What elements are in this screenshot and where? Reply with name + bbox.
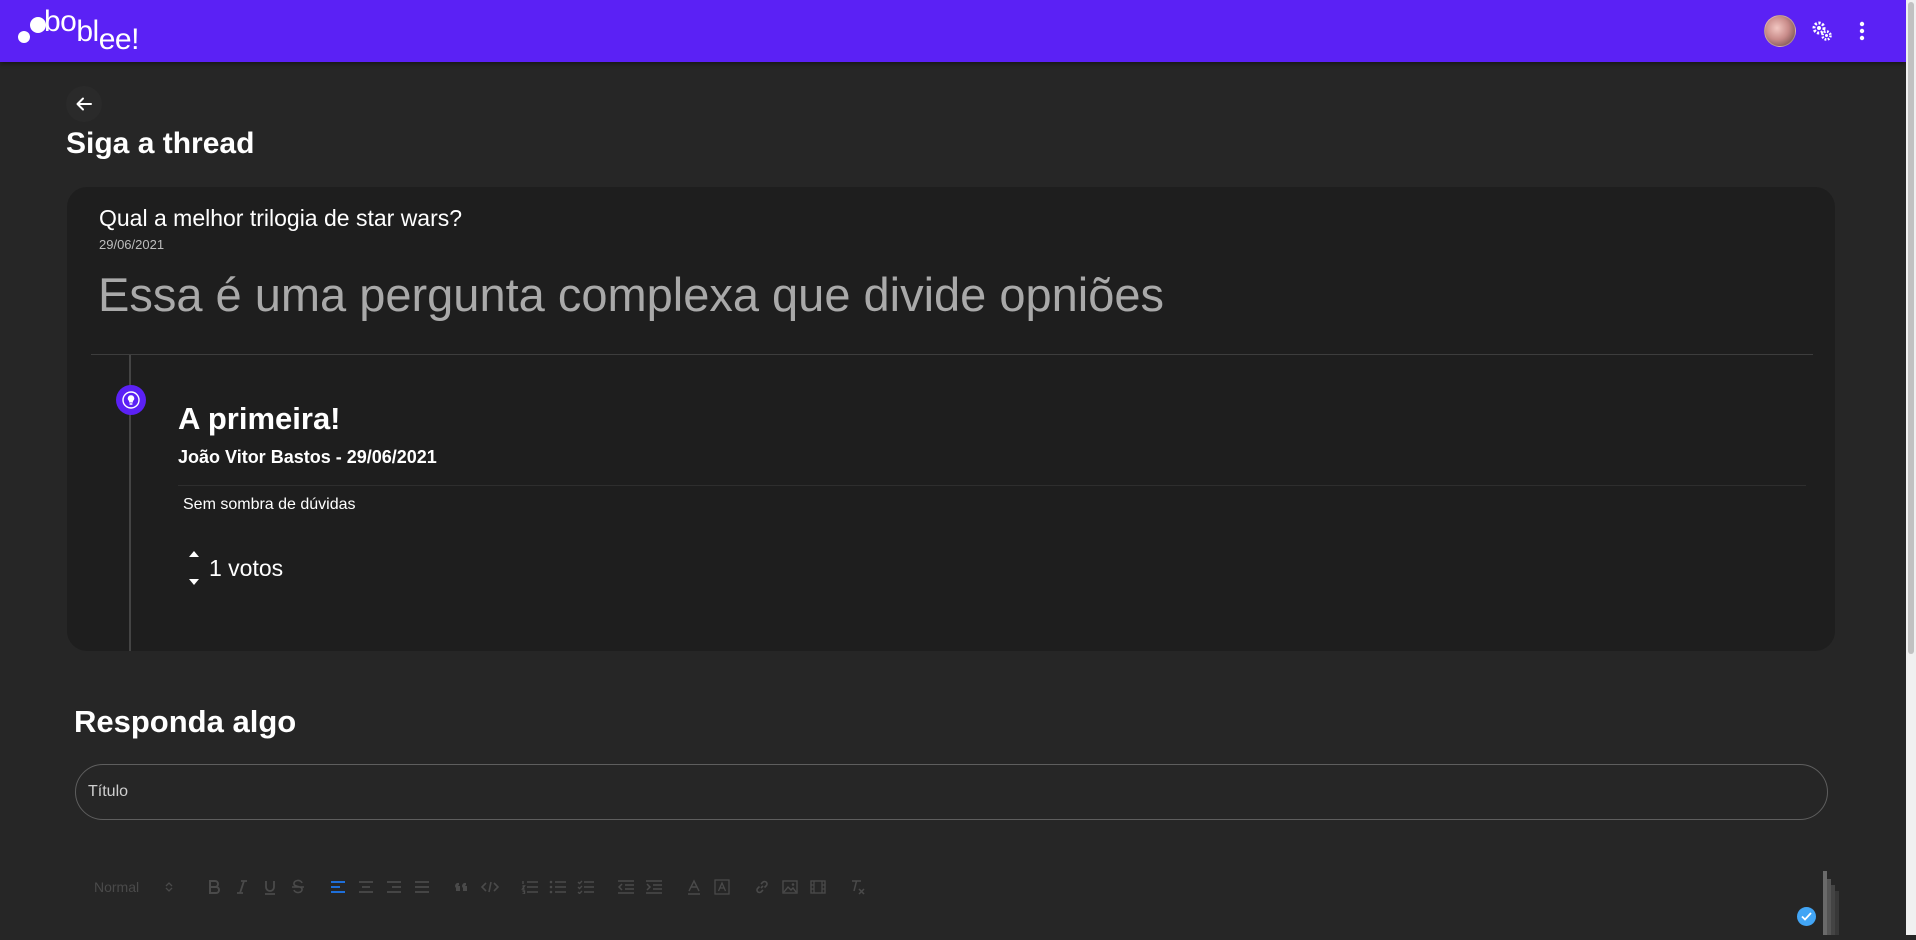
answer-title: A primeira! [178, 401, 341, 436]
reply-title-input[interactable] [75, 764, 1828, 820]
toolbar-group-indent [616, 877, 664, 897]
page-scrollbar-thumb[interactable] [1908, 2, 1914, 654]
font-color-button[interactable] [684, 877, 704, 897]
editor-resize-handle[interactable] [1823, 871, 1849, 935]
italic-button[interactable] [232, 877, 252, 897]
underline-icon [265, 881, 275, 895]
toolbar-group-align [328, 877, 432, 897]
toolbar-group-color [684, 877, 732, 897]
caret-down-icon [189, 579, 199, 585]
caret-up-icon [189, 551, 199, 557]
indent-button[interactable] [644, 877, 664, 897]
vote-arrows [187, 549, 201, 587]
logo-text: bo bl ee! [44, 5, 139, 56]
answer-meta: João Vitor Bastos - 29/06/2021 [178, 447, 437, 467]
question-title: Qual a melhor trilogia de star wars? [99, 205, 463, 231]
quote-icon [455, 882, 467, 891]
check-circle-icon [1797, 907, 1816, 926]
background-color-button[interactable] [712, 877, 732, 897]
background-color-icon [714, 879, 730, 895]
outdent-button[interactable] [616, 877, 636, 897]
toolbar-group-text [204, 877, 308, 897]
clean-format-button[interactable] [848, 877, 868, 897]
align-right-button[interactable] [384, 877, 404, 897]
clear-format-icon [852, 880, 865, 895]
upvote-button[interactable] [187, 549, 201, 559]
lightbulb-icon [116, 385, 146, 415]
align-center-button[interactable] [356, 877, 376, 897]
bullet-list-button[interactable] [548, 877, 568, 897]
page-title: Siga a thread [66, 127, 255, 160]
image-icon [782, 880, 798, 894]
user-avatar[interactable] [1764, 15, 1796, 47]
code-icon [481, 881, 499, 893]
bobleee-logo[interactable]: bo bl ee! [16, 5, 139, 56]
arrow-left-icon [76, 97, 92, 111]
video-icon [810, 880, 826, 894]
indent-icon [646, 880, 662, 894]
toolbar-group-media [752, 877, 828, 897]
vote-count: 1 votos [209, 554, 284, 581]
format-select-value: Normal [94, 879, 140, 895]
check-list-icon [577, 880, 594, 894]
format-select[interactable]: Normal [88, 879, 184, 895]
strike-icon [292, 879, 304, 894]
link-icon [756, 880, 768, 894]
editor-toolbar: Normal [88, 872, 868, 902]
align-justify-button[interactable] [412, 877, 432, 897]
logo-text-part1: bo [44, 5, 77, 38]
logo-dots-icon [16, 9, 46, 53]
answer-body: Sem sombra de dúvidas [183, 496, 356, 513]
back-button[interactable] [66, 86, 102, 122]
font-color-icon [688, 879, 700, 895]
toolbar-group-block [452, 877, 500, 897]
outdent-icon [617, 880, 634, 894]
ordered-list-button[interactable] [520, 877, 540, 897]
question-date: 29/06/2021 [99, 237, 165, 252]
code-button[interactable] [480, 877, 500, 897]
underline-button[interactable] [260, 877, 280, 897]
thread-card: Qual a melhor trilogia de star wars? 29/… [67, 187, 1835, 651]
italic-icon [237, 880, 247, 894]
bold-icon [209, 880, 220, 894]
strike-button[interactable] [288, 877, 308, 897]
align-left-button[interactable] [328, 877, 348, 897]
answer-divider [178, 485, 1806, 486]
downvote-button[interactable] [187, 577, 201, 587]
toolbar-group-lists [520, 877, 596, 897]
ordered-list-icon [521, 881, 538, 894]
align-right-icon [387, 881, 401, 893]
reply-heading: Responda algo [74, 704, 297, 739]
align-left-icon [331, 881, 345, 893]
align-justify-icon [415, 881, 429, 893]
select-arrows-icon [165, 882, 173, 892]
top-app-bar: bo bl ee! [0, 0, 1906, 62]
logo-text-part2: bl [76, 15, 99, 48]
check-list-button[interactable] [576, 877, 596, 897]
blockquote-button[interactable] [452, 877, 472, 897]
more-vert-icon[interactable] [1848, 17, 1876, 45]
topbar-actions [1764, 15, 1890, 47]
video-button[interactable] [808, 877, 828, 897]
vote-control: 1 votos [187, 549, 283, 587]
image-button[interactable] [780, 877, 800, 897]
bold-button[interactable] [204, 877, 224, 897]
link-button[interactable] [752, 877, 772, 897]
logo-text-part3: ee! [98, 23, 140, 56]
toolbar-group-clean [848, 877, 868, 897]
question-divider [91, 354, 1813, 355]
gears-icon[interactable] [1808, 17, 1836, 45]
question-body: Essa é uma pergunta complexa que divide … [98, 268, 1165, 321]
bullet-list-icon [549, 880, 566, 894]
align-center-icon [359, 881, 373, 893]
